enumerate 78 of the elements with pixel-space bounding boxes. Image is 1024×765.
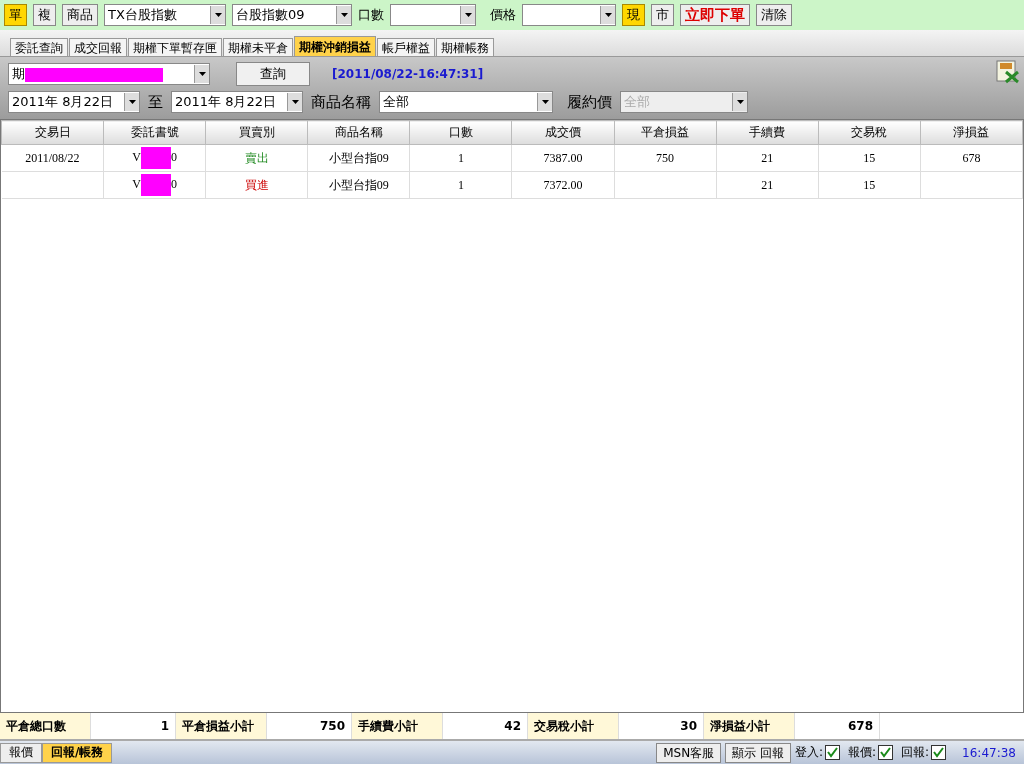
column-header[interactable]: 交易日 — [1, 120, 104, 145]
tab[interactable]: 期權帳務 — [436, 38, 494, 56]
price-label: 價格 — [490, 6, 516, 24]
tab[interactable]: 期權未平倉 — [223, 38, 293, 56]
account-select[interactable]: 期 — [8, 63, 210, 85]
status-checkbox[interactable] — [878, 745, 894, 760]
table-cell: 21 — [716, 144, 819, 172]
tab[interactable]: 委託查詢 — [10, 38, 68, 56]
table-cell: 15 — [818, 144, 921, 172]
tab[interactable]: 成交回報 — [69, 38, 127, 56]
redaction-block — [140, 174, 171, 196]
start-date-select[interactable]: 2011年 8月22日 — [8, 91, 140, 113]
table-cell: 21 — [716, 171, 819, 199]
submit-order-button[interactable]: 立即下單 — [680, 4, 750, 26]
redaction-block — [140, 147, 171, 169]
product-name-select[interactable]: 全部 — [379, 91, 553, 113]
order-number-end: 0 — [170, 176, 177, 191]
end-date-select[interactable]: 2011年 8月22日 — [171, 91, 303, 113]
bottom-tab[interactable]: 報價 — [0, 742, 42, 763]
column-header[interactable]: 平倉損益 — [614, 120, 717, 145]
status-time: 16:47:38 — [962, 745, 1016, 760]
status-button[interactable]: MSN客服 — [656, 742, 722, 763]
order-number-start: V — [132, 149, 141, 164]
product-button[interactable]: 商品 — [62, 4, 98, 26]
to-label: 至 — [148, 92, 163, 112]
column-header[interactable]: 買賣別 — [205, 120, 308, 145]
status-label: 回報: — [901, 744, 930, 761]
table-cell: 750 — [614, 144, 717, 172]
clear-button[interactable]: 清除 — [756, 4, 792, 26]
table-cell: 1 — [409, 144, 512, 172]
quantity-label: 口數 — [358, 6, 384, 24]
table-cell: 小型台指09 — [307, 144, 410, 172]
column-header[interactable]: 口數 — [409, 120, 512, 145]
quantity-field[interactable] — [390, 4, 476, 26]
table-cell: 2011/08/22 — [1, 144, 104, 172]
summary-label: 手續費小計 — [352, 713, 443, 739]
table-cell: 買進 — [205, 171, 308, 199]
column-header[interactable]: 交易稅 — [818, 120, 921, 145]
status-checkbox[interactable] — [825, 745, 840, 760]
order-number-start: V — [132, 176, 141, 191]
summary-label: 平倉損益小計 — [176, 713, 267, 739]
order-number-end: 0 — [170, 149, 177, 164]
price-type-button[interactable]: 現 — [622, 4, 645, 26]
summary-label: 淨損益小計 — [704, 713, 795, 739]
table-cell: 7372.00 — [511, 171, 615, 199]
bottom-tab[interactable]: 回報/帳務 — [42, 742, 113, 763]
column-header[interactable]: 委託書號 — [103, 120, 206, 145]
column-header[interactable]: 成交價 — [511, 120, 615, 145]
price-field[interactable] — [522, 4, 616, 26]
status-label: 報價: — [848, 744, 877, 761]
table-cell: 678 — [920, 144, 1023, 172]
column-header[interactable]: 手續費 — [716, 120, 819, 145]
table-cell: 賣出 — [205, 144, 308, 172]
strike-price-label: 履約價 — [567, 92, 612, 112]
product-select[interactable]: TX台股指數 — [104, 4, 226, 26]
table-cell: 7387.00 — [511, 144, 615, 172]
order-mode-button[interactable]: 單 — [4, 4, 27, 26]
tab[interactable]: 帳戶權益 — [377, 38, 435, 56]
status-button[interactable]: 顯示 回報 — [725, 742, 791, 763]
summary-label: 平倉總口數 — [0, 713, 91, 739]
query-timestamp: [2011/08/22-16:47:31] — [332, 67, 484, 81]
summary-value: 678 — [795, 713, 880, 739]
price-type-button[interactable]: 市 — [651, 4, 674, 26]
status-label: 登入: — [794, 744, 823, 761]
tab[interactable]: 期權沖銷損益 — [294, 36, 376, 56]
table-cell: 15 — [818, 171, 921, 199]
export-spreadsheet-icon[interactable] — [996, 60, 1020, 84]
order-mode-button[interactable]: 複 — [33, 4, 56, 26]
query-button[interactable]: 查詢 — [236, 62, 310, 86]
contract-select[interactable]: 台股指數09 — [232, 4, 352, 26]
product-name-label: 商品名稱 — [311, 92, 371, 112]
column-header[interactable]: 商品名稱 — [307, 120, 410, 145]
table-cell: 小型台指09 — [307, 171, 410, 199]
summary-label: 交易稅小計 — [528, 713, 619, 739]
table-cell: 1 — [409, 171, 512, 199]
column-header[interactable]: 淨損益 — [920, 120, 1023, 145]
status-checkbox[interactable] — [931, 745, 947, 760]
tab[interactable]: 期權下單暫存匣 — [128, 38, 222, 56]
